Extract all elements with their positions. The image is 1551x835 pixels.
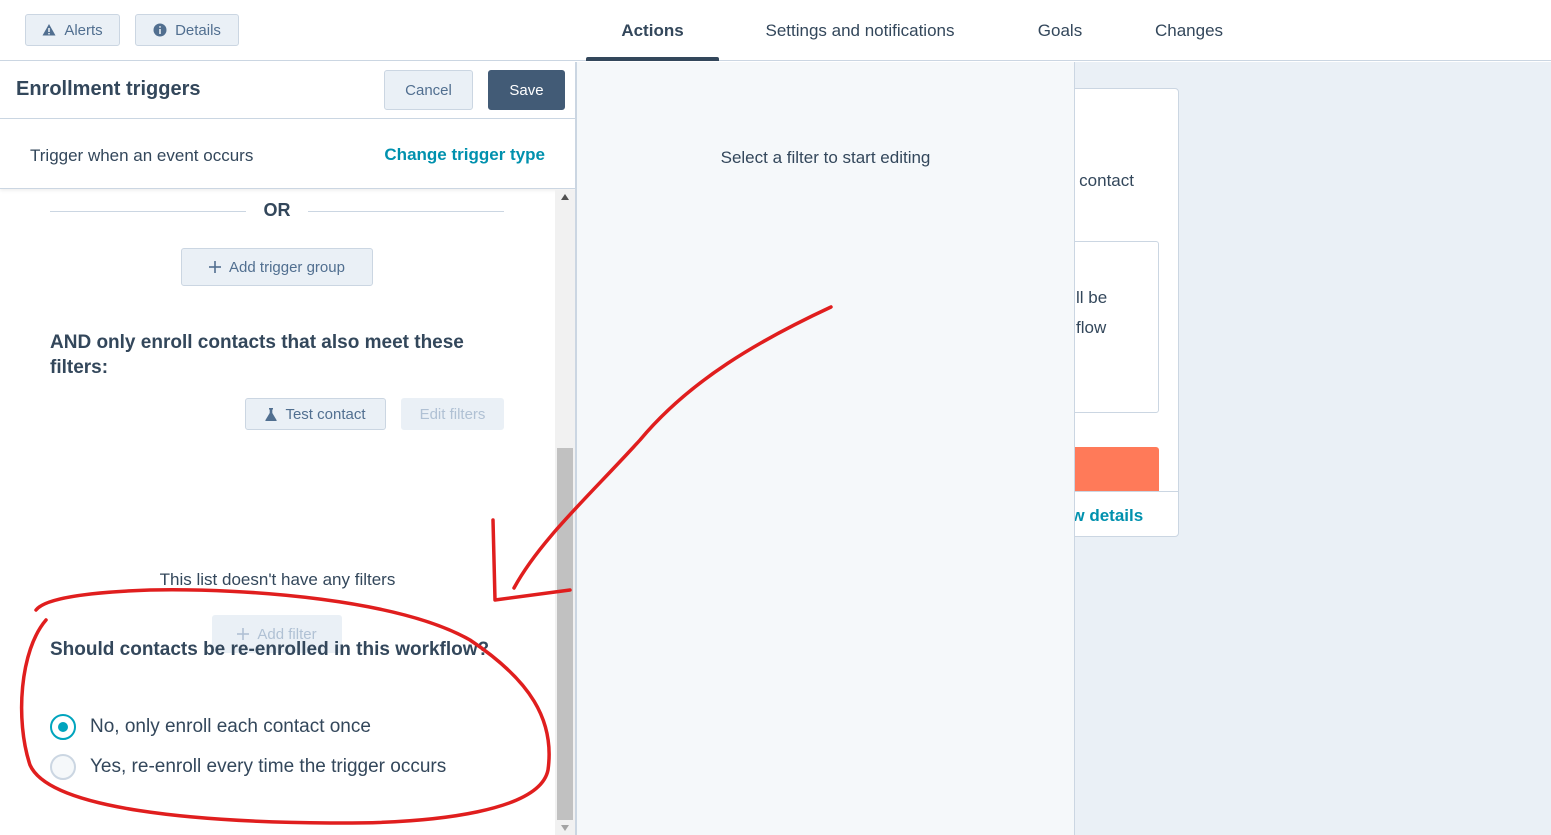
filters-heading: AND only enroll contacts that also meet …	[50, 332, 464, 378]
enrollment-triggers-panel: Enrollment triggers Cancel Save Trigger …	[0, 62, 576, 835]
plus-icon	[209, 261, 222, 273]
card-inner-text-line1: ll be	[1076, 288, 1108, 307]
add-trigger-group-label: Add trigger group	[229, 258, 345, 276]
trigger-type-row: Trigger when an event occurs Change trig…	[0, 119, 575, 189]
add-trigger-group-button[interactable]: Add trigger group	[181, 248, 373, 286]
reenroll-option-yes-label: Yes, re-enroll every time the trigger oc…	[90, 756, 447, 777]
scrollbar-thumb[interactable]	[557, 448, 573, 820]
filter-editor-panel: Select a filter to start editing	[576, 62, 1075, 835]
save-button[interactable]: Save	[488, 70, 565, 110]
reenroll-option-no-label: No, only enroll each contact once	[90, 716, 371, 737]
tab-goals[interactable]: Goals	[1020, 0, 1100, 61]
top-navigation-bar: Alerts Details Actions Settings and noti…	[0, 0, 1551, 61]
tab-actions[interactable]: Actions	[586, 0, 719, 61]
edit-filters-button[interactable]: Edit filters	[401, 398, 504, 430]
tab-changes[interactable]: Changes	[1140, 0, 1238, 61]
scroll-up-arrow-icon[interactable]	[555, 190, 575, 204]
or-divider: OR	[50, 200, 504, 222]
card-text-fragment: a contact	[1065, 171, 1134, 190]
cancel-button[interactable]: Cancel	[384, 70, 473, 110]
filter-editor-placeholder: Select a filter to start editing	[720, 148, 931, 167]
trigger-type-text: Trigger when an event occurs	[30, 146, 254, 165]
radio-button-selected[interactable]	[50, 714, 76, 740]
panel-scrollbar[interactable]	[555, 190, 575, 835]
card-inner-text-line2: flow	[1076, 318, 1107, 337]
reenroll-option-no[interactable]: No, only enroll each contact once	[50, 714, 371, 740]
details-button[interactable]: Details	[135, 14, 239, 46]
alerts-label: Alerts	[64, 21, 103, 39]
tab-settings-and-notifications[interactable]: Settings and notifications	[740, 0, 980, 61]
test-contact-button[interactable]: Test contact	[245, 398, 386, 430]
panel-scroll-content: OR Add trigger group AND only enroll con…	[0, 190, 575, 835]
change-trigger-type-link[interactable]: Change trigger type	[384, 145, 545, 165]
radio-button-unselected[interactable]	[50, 754, 76, 780]
reenroll-option-yes[interactable]: Yes, re-enroll every time the trigger oc…	[50, 754, 446, 780]
flask-icon	[265, 407, 278, 421]
panel-header: Enrollment triggers Cancel Save	[0, 62, 575, 119]
warning-triangle-icon	[42, 24, 56, 36]
reenroll-heading: Should contacts be re-enrolled in this w…	[50, 639, 490, 660]
info-circle-icon	[153, 23, 167, 37]
details-label: Details	[175, 21, 221, 39]
panel-title: Enrollment triggers	[16, 78, 201, 100]
test-contact-label: Test contact	[285, 405, 366, 423]
alerts-button[interactable]: Alerts	[25, 14, 120, 46]
no-filters-message: This list doesn't have any filters	[159, 570, 396, 589]
scroll-down-arrow-icon[interactable]	[555, 821, 575, 835]
or-label: OR	[263, 200, 291, 220]
